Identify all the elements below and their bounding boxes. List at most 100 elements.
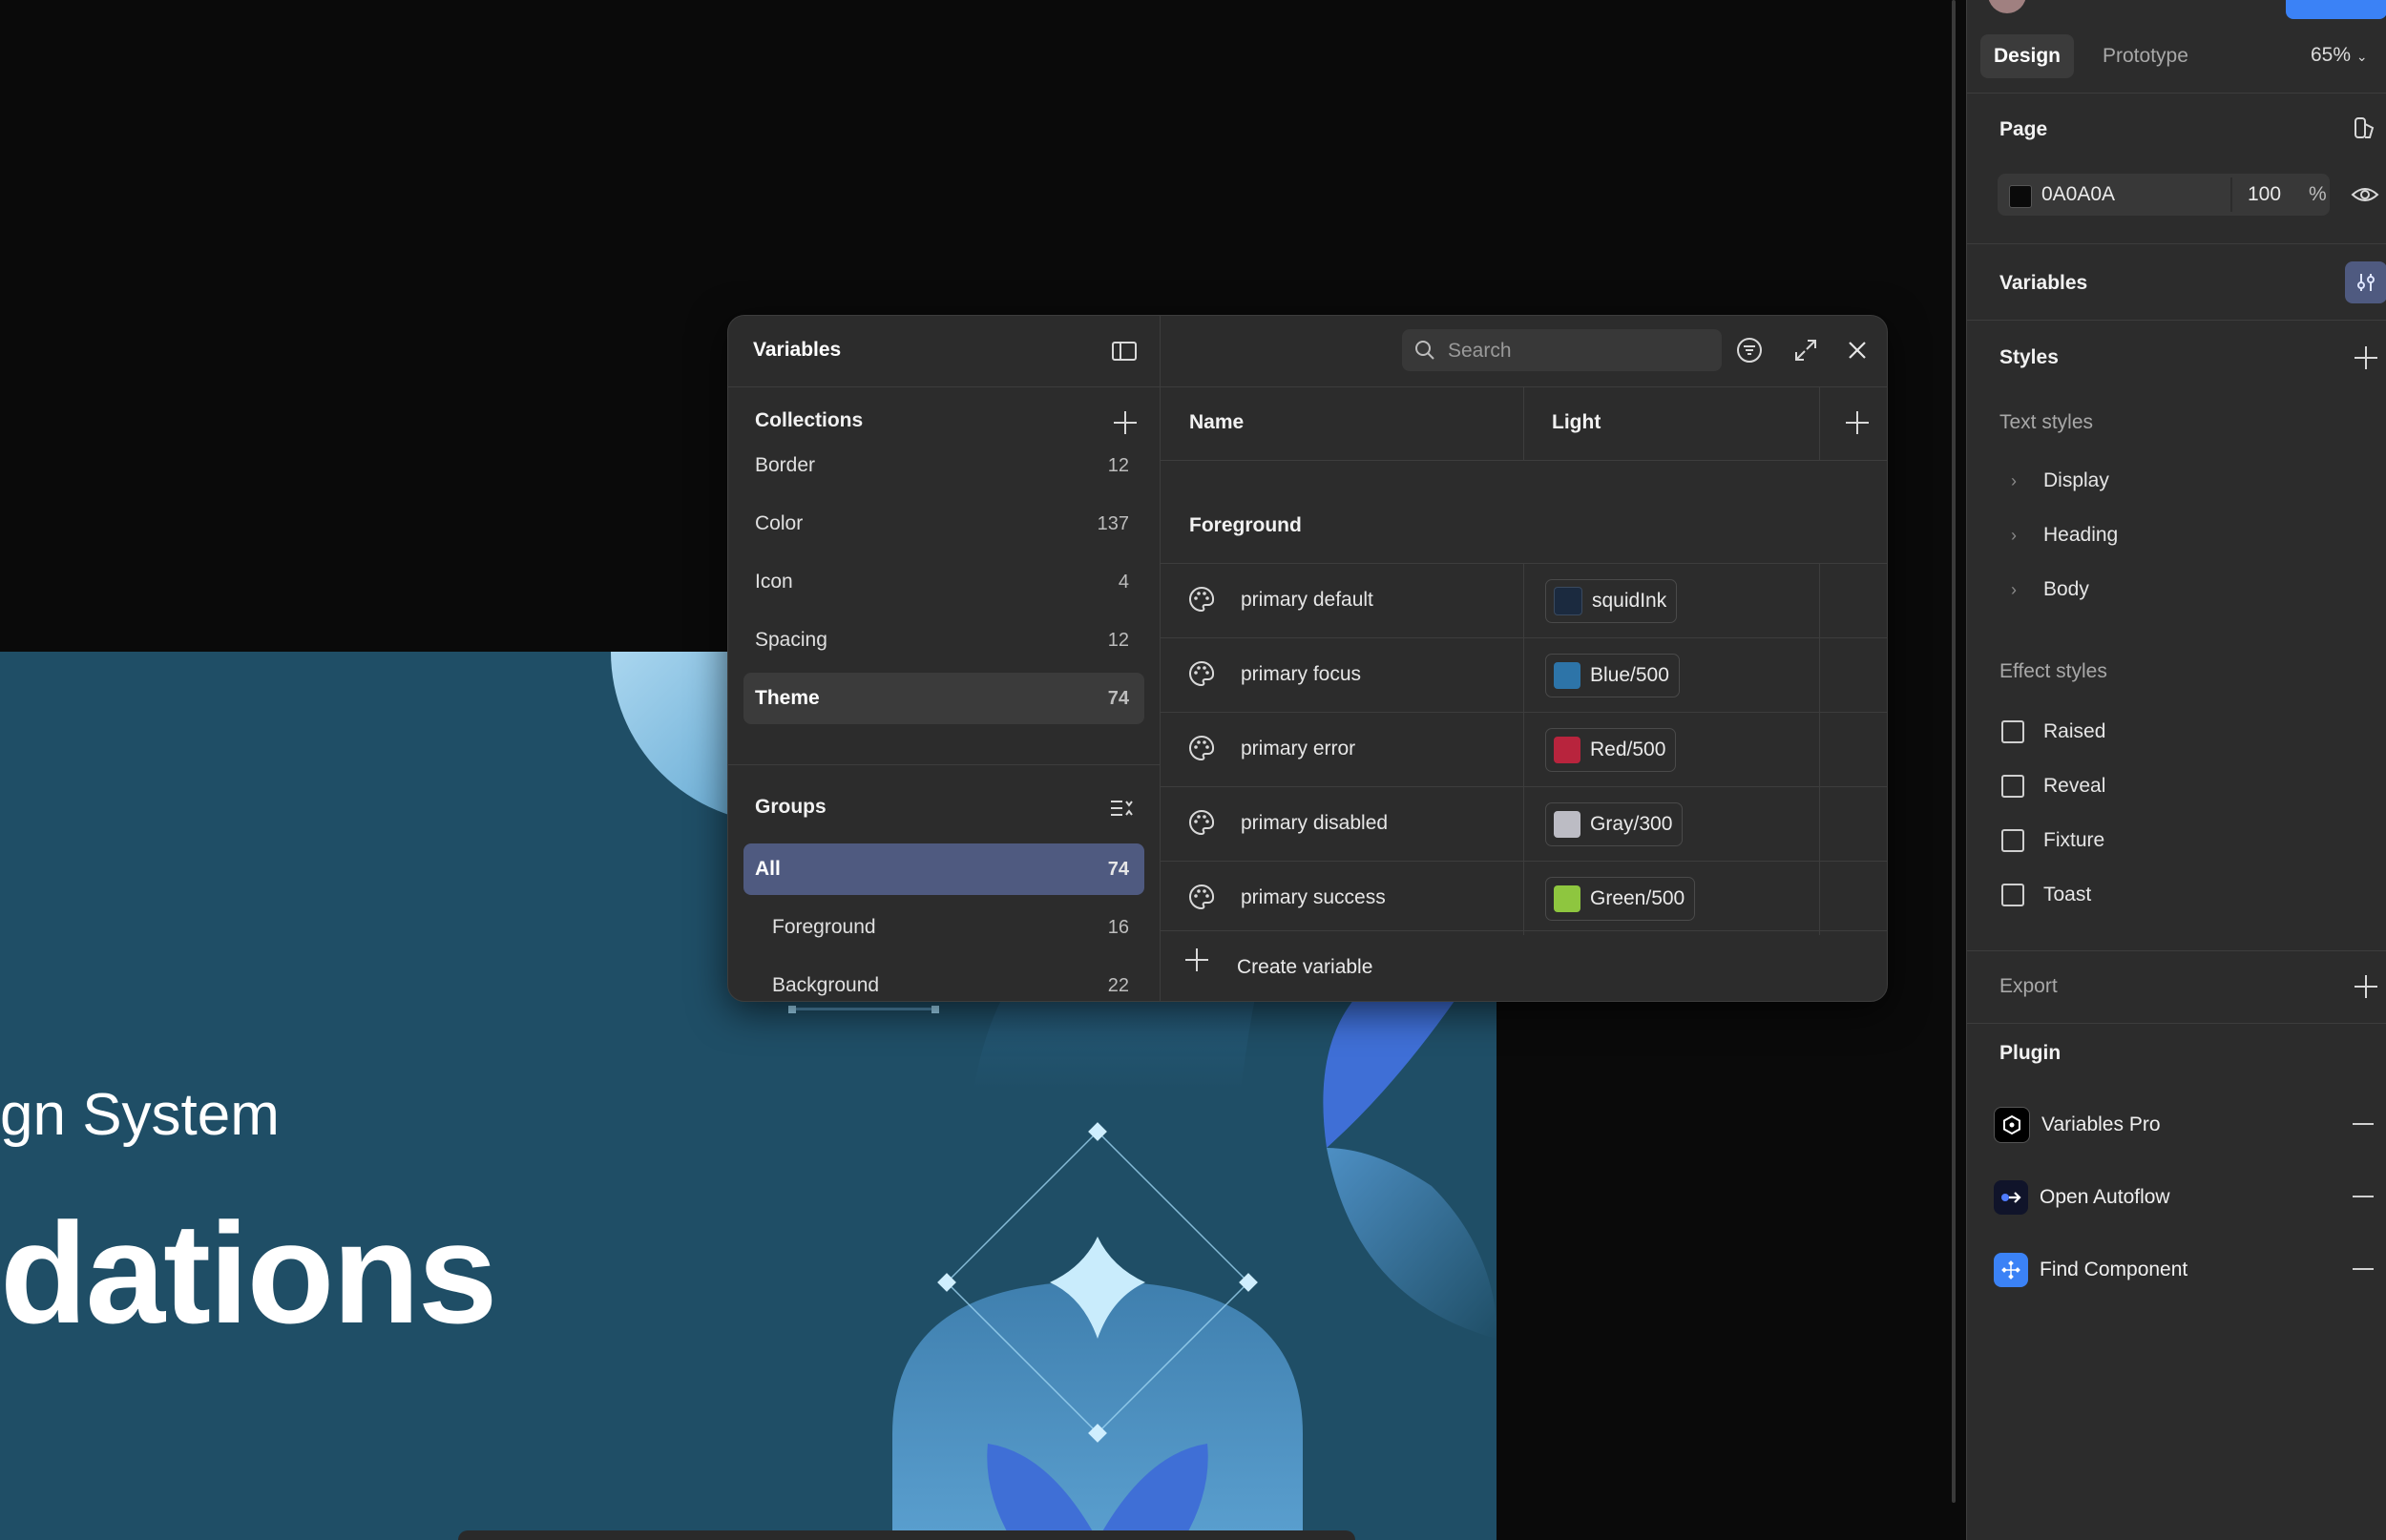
field-separator: [2230, 177, 2232, 212]
variable-value-chip[interactable]: Blue/500: [1545, 654, 1680, 697]
variable-value-chip[interactable]: squidInk: [1545, 579, 1678, 623]
filter-icon[interactable]: [1730, 331, 1769, 369]
collection-count: 12: [1107, 454, 1129, 476]
style-name: Fixture: [2043, 829, 2105, 851]
divider: [1967, 950, 2386, 951]
group-item-background[interactable]: Background 22: [743, 960, 1144, 1001]
column-header-light-mode[interactable]: Light: [1552, 411, 1601, 434]
page-color-field[interactable]: 0A0A0A 100 %: [1998, 174, 2330, 216]
add-collection-icon[interactable]: [1114, 411, 1137, 434]
variables-sidebar-header: Variables: [728, 316, 1160, 387]
group-count: 16: [1107, 916, 1129, 938]
variable-row[interactable]: primary focus Blue/500: [1161, 637, 1887, 712]
style-name: Body: [2043, 578, 2089, 600]
text-style-heading[interactable]: › Heading: [2011, 524, 2118, 547]
plugin-open-autoflow[interactable]: Open Autoflow: [1994, 1176, 2386, 1219]
add-style-icon[interactable]: [2355, 346, 2377, 369]
groups-list: All 74 Foreground 16 Background 22: [743, 843, 1144, 1001]
collection-item-spacing[interactable]: Spacing 12: [743, 614, 1144, 666]
plugin-name: Find Component: [2040, 1259, 2188, 1280]
variable-value-chip[interactable]: Green/500: [1545, 877, 1696, 921]
page-opacity[interactable]: 100: [2248, 183, 2281, 206]
tab-design[interactable]: Design: [1980, 34, 2075, 78]
palette-icon: [1189, 660, 1215, 687]
create-variable-button[interactable]: Create variable: [1161, 930, 1887, 1001]
remove-plugin-icon[interactable]: [2353, 1123, 2374, 1125]
remove-plugin-icon[interactable]: [2353, 1268, 2374, 1270]
expand-icon[interactable]: [1787, 331, 1825, 369]
variable-value-chip[interactable]: Red/500: [1545, 728, 1677, 772]
variable-value: Gray/300: [1590, 813, 1673, 835]
search-input[interactable]: [1446, 329, 1717, 373]
collection-name: Icon: [755, 571, 793, 593]
variable-value-chip[interactable]: Gray/300: [1545, 802, 1684, 846]
chevron-right-icon: ›: [2011, 526, 2017, 545]
group-item-foreground[interactable]: Foreground 16: [743, 902, 1144, 953]
collection-item-icon[interactable]: Icon 4: [743, 556, 1144, 608]
text-style-display[interactable]: › Display: [2011, 469, 2109, 492]
tab-prototype[interactable]: Prototype: [2089, 34, 2202, 78]
variable-row[interactable]: primary disabled Gray/300: [1161, 786, 1887, 861]
effect-styles-title: Effect styles: [1999, 660, 2107, 682]
add-export-icon[interactable]: [2355, 975, 2377, 998]
group-count: 74: [1107, 858, 1129, 880]
sort-groups-icon[interactable]: [1102, 789, 1141, 827]
color-swatch: [1554, 885, 1580, 912]
collection-count: 4: [1118, 571, 1129, 593]
variable-name[interactable]: primary error: [1241, 738, 1355, 760]
toggle-sidebar-icon[interactable]: [1105, 332, 1143, 370]
divider: [1967, 243, 2386, 244]
plus-icon: [1185, 948, 1208, 971]
variable-row[interactable]: primary error Red/500: [1161, 712, 1887, 786]
variable-value: Red/500: [1590, 739, 1666, 760]
collection-item-color[interactable]: Color 137: [743, 498, 1144, 550]
page-color-hex[interactable]: 0A0A0A: [2041, 183, 2115, 206]
variable-name[interactable]: primary focus: [1241, 663, 1361, 686]
variable-group-label: Foreground: [1189, 514, 1302, 536]
variable-value: Blue/500: [1590, 664, 1669, 686]
effect-style-fixture[interactable]: Fixture: [2001, 829, 2104, 852]
variable-name[interactable]: primary default: [1241, 589, 1373, 612]
text-style-body[interactable]: › Body: [2011, 578, 2089, 601]
open-variables-button[interactable]: [2345, 261, 2386, 303]
collection-count: 12: [1107, 629, 1129, 651]
collection-item-border[interactable]: Border 12: [743, 440, 1144, 491]
column-separator: [1819, 386, 1820, 460]
cell-separator: [1819, 787, 1820, 861]
canvas-bottom-toolbar[interactable]: [458, 1530, 1355, 1540]
share-button[interactable]: [2286, 0, 2386, 19]
collection-item-theme[interactable]: Theme 74: [743, 673, 1144, 724]
eye-icon[interactable]: [2351, 183, 2379, 206]
variables-adjust-icon: [2357, 274, 2375, 291]
color-swatch: [1554, 811, 1580, 838]
variables-section-title: Variables: [1999, 272, 2088, 294]
remove-plugin-icon[interactable]: [2353, 1196, 2374, 1197]
effect-style-toast[interactable]: Toast: [2001, 884, 2091, 906]
effect-style-raised[interactable]: Raised: [2001, 720, 2105, 743]
page-library-icon[interactable]: [2353, 116, 2377, 141]
scrollbar-thumb[interactable]: [1952, 0, 1956, 1503]
plugin-find-component[interactable]: Find Component: [1994, 1248, 2386, 1292]
plugin-variables-pro[interactable]: Variables Pro: [1994, 1103, 2386, 1147]
cell-separator: [1819, 713, 1820, 786]
close-icon[interactable]: [1838, 331, 1876, 369]
cell-separator: [1523, 787, 1524, 861]
variable-row[interactable]: primary success Green/500: [1161, 861, 1887, 935]
page-color-swatch[interactable]: [2009, 185, 2032, 208]
zoom-level: 65%: [2311, 44, 2352, 66]
zoom-dropdown[interactable]: 65% ⌄: [2311, 44, 2368, 67]
variable-row[interactable]: primary default squidInk: [1161, 563, 1887, 637]
canvas-scrollbar[interactable]: [1947, 0, 1962, 1540]
palette-icon: [1189, 809, 1215, 836]
variable-name[interactable]: primary disabled: [1241, 812, 1388, 835]
cell-separator: [1523, 862, 1524, 935]
group-item-all[interactable]: All 74: [743, 843, 1144, 895]
effect-icon: [2001, 775, 2024, 798]
export-section-title: Export: [1999, 975, 2058, 997]
effect-style-reveal[interactable]: Reveal: [2001, 775, 2105, 798]
variable-name[interactable]: primary success: [1241, 886, 1386, 909]
search-field[interactable]: [1402, 329, 1722, 373]
add-mode-icon[interactable]: [1846, 411, 1869, 434]
avatar[interactable]: [1988, 0, 2026, 13]
style-name: Raised: [2043, 720, 2106, 742]
